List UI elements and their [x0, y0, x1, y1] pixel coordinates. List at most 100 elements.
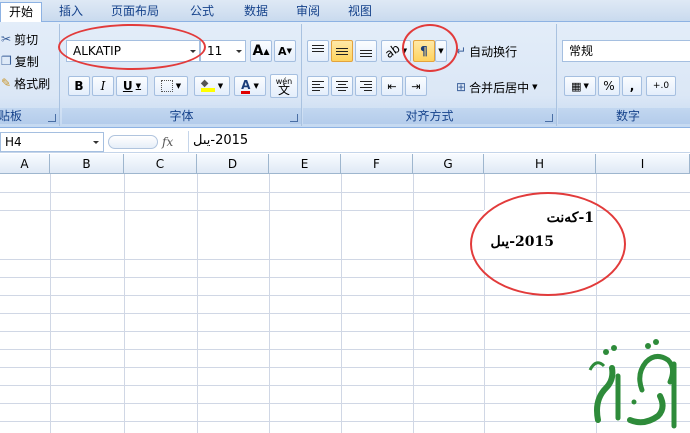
copy-icon: ❐ — [1, 54, 12, 68]
shrink-font-button[interactable]: A ▼ — [274, 40, 296, 62]
tab-page-layout[interactable]: 页面布局 — [104, 2, 166, 22]
cut-button[interactable]: ✂ 剪切 — [0, 30, 56, 48]
format-painter-button[interactable]: ✎ 格式刷 — [0, 74, 58, 92]
formula-bar: H4 fx 2015-يىل — [0, 131, 690, 153]
tab-insert[interactable]: 插入 — [50, 2, 92, 22]
underline-button[interactable]: U ▼ — [116, 76, 148, 96]
font-size-select[interactable]: 11 — [200, 40, 246, 62]
increase-indent-icon: ⇥ — [411, 79, 421, 93]
italic-button[interactable]: I — [92, 76, 114, 96]
grow-font-icon: A — [252, 43, 264, 59]
increase-indent-button[interactable]: ⇥ — [405, 76, 427, 96]
watermark-logo-icon — [588, 339, 677, 429]
clipboard-launcher-icon[interactable] — [48, 114, 56, 122]
format-painter-label: 格式刷 — [14, 76, 51, 91]
name-box-value: H4 — [5, 135, 22, 149]
phonetic-guide-button[interactable]: wén 文 — [270, 74, 298, 98]
align-left-button[interactable] — [307, 76, 329, 96]
alignment-group-label: 对齐方式 — [303, 108, 556, 124]
shrink-font-icon: A — [278, 44, 287, 58]
paint-bucket-icon: ◆ — [200, 79, 215, 92]
fill-color-button[interactable]: ◆ ▼ — [194, 76, 230, 96]
gridline — [50, 174, 51, 433]
number-group-label: 数字 — [558, 108, 690, 124]
comma-icon: , — [629, 79, 635, 93]
gridline — [124, 174, 125, 433]
column-header-f[interactable]: F — [341, 154, 413, 174]
column-header-e[interactable]: E — [269, 154, 341, 174]
tab-view[interactable]: 视图 — [338, 2, 382, 22]
tab-home[interactable]: 开始 — [0, 2, 42, 23]
cut-label: 剪切 — [14, 32, 39, 47]
comma-button[interactable]: , — [622, 76, 642, 96]
scissors-icon: ✂ — [1, 32, 12, 46]
align-center-button[interactable] — [331, 76, 353, 96]
number-group: 常规 ▦ ▼ % , +.0 数字 — [558, 24, 690, 126]
copy-button[interactable]: ❐ 复制 — [0, 52, 56, 70]
bold-icon: B — [74, 79, 84, 93]
decrease-indent-button[interactable]: ⇤ — [381, 76, 403, 96]
number-format-select[interactable]: 常规 — [562, 40, 690, 62]
underline-icon: U — [122, 79, 133, 93]
wrap-text-button[interactable]: ↵ 自动换行 — [455, 40, 537, 62]
font-color-icon: A — [241, 77, 251, 94]
font-group-label: 字体 — [62, 108, 301, 124]
align-top-icon — [312, 45, 324, 57]
column-header-h[interactable]: H — [484, 154, 596, 174]
column-header-d[interactable]: D — [197, 154, 269, 174]
column-header-c[interactable]: C — [124, 154, 197, 174]
formula-splitter[interactable] — [108, 135, 158, 149]
column-header-a[interactable]: A — [0, 154, 50, 174]
increase-decimal-button[interactable]: +.0 — [646, 76, 676, 96]
fx-icon[interactable]: fx — [162, 133, 182, 151]
column-header-b[interactable]: B — [50, 154, 124, 174]
chevron-down-icon — [93, 141, 99, 144]
gridline — [341, 174, 342, 433]
clipboard-group: ✂ 剪切 ❐ 复制 ✎ 格式刷 贴板 — [0, 24, 60, 126]
italic-icon: I — [100, 79, 106, 93]
gridline — [197, 174, 198, 433]
font-size-value: 11 — [207, 44, 223, 58]
wrap-text-label: 自动换行 — [469, 44, 518, 59]
percent-icon: % — [603, 79, 615, 93]
tab-formulas[interactable]: 公式 — [180, 2, 224, 22]
accounting-format-button[interactable]: ▦ ▼ — [564, 76, 596, 96]
merge-center-button[interactable]: ⊞ 合并后居中 ▼ — [455, 76, 551, 98]
gridline — [0, 295, 690, 296]
tab-review[interactable]: 审阅 — [288, 2, 328, 22]
gridline — [413, 174, 414, 433]
tab-data[interactable]: 数据 — [234, 2, 278, 22]
chevron-down-icon — [236, 50, 242, 53]
number-format-value: 常规 — [569, 44, 594, 58]
font-color-button[interactable]: A ▼ — [234, 76, 266, 96]
formula-input[interactable]: 2015-يىل — [188, 131, 690, 152]
grow-font-button[interactable]: A ▲ — [250, 40, 272, 62]
align-bottom-button[interactable] — [355, 40, 377, 62]
gridline — [0, 192, 690, 193]
align-middle-icon — [336, 45, 348, 57]
bold-button[interactable]: B — [68, 76, 90, 96]
merge-center-label: 合并后居中 — [469, 80, 530, 95]
column-header-i[interactable]: I — [596, 154, 690, 174]
font-launcher-icon[interactable] — [290, 114, 298, 122]
align-bottom-icon — [360, 45, 372, 57]
merge-center-icon: ⊞ — [456, 80, 467, 94]
brush-icon: ✎ — [1, 76, 12, 90]
gridline — [0, 313, 690, 314]
formula-content: 2015-يىل — [193, 133, 249, 148]
alignment-launcher-icon[interactable] — [545, 114, 553, 122]
borders-button[interactable]: ▼ — [154, 76, 188, 96]
name-box[interactable]: H4 — [0, 132, 104, 152]
column-header-g[interactable]: G — [413, 154, 484, 174]
align-middle-button[interactable] — [331, 40, 353, 62]
decrease-indent-icon: ⇤ — [387, 79, 397, 93]
watermark-logo — [584, 330, 688, 430]
align-top-button[interactable] — [307, 40, 329, 62]
phonetic-bottom: 文 — [277, 83, 290, 97]
annotation-ellipse-font — [58, 24, 206, 70]
copy-label: 复制 — [14, 54, 39, 69]
align-right-button[interactable] — [355, 76, 377, 96]
percent-button[interactable]: % — [598, 76, 620, 96]
align-left-icon — [312, 81, 324, 91]
align-right-icon — [360, 81, 372, 91]
